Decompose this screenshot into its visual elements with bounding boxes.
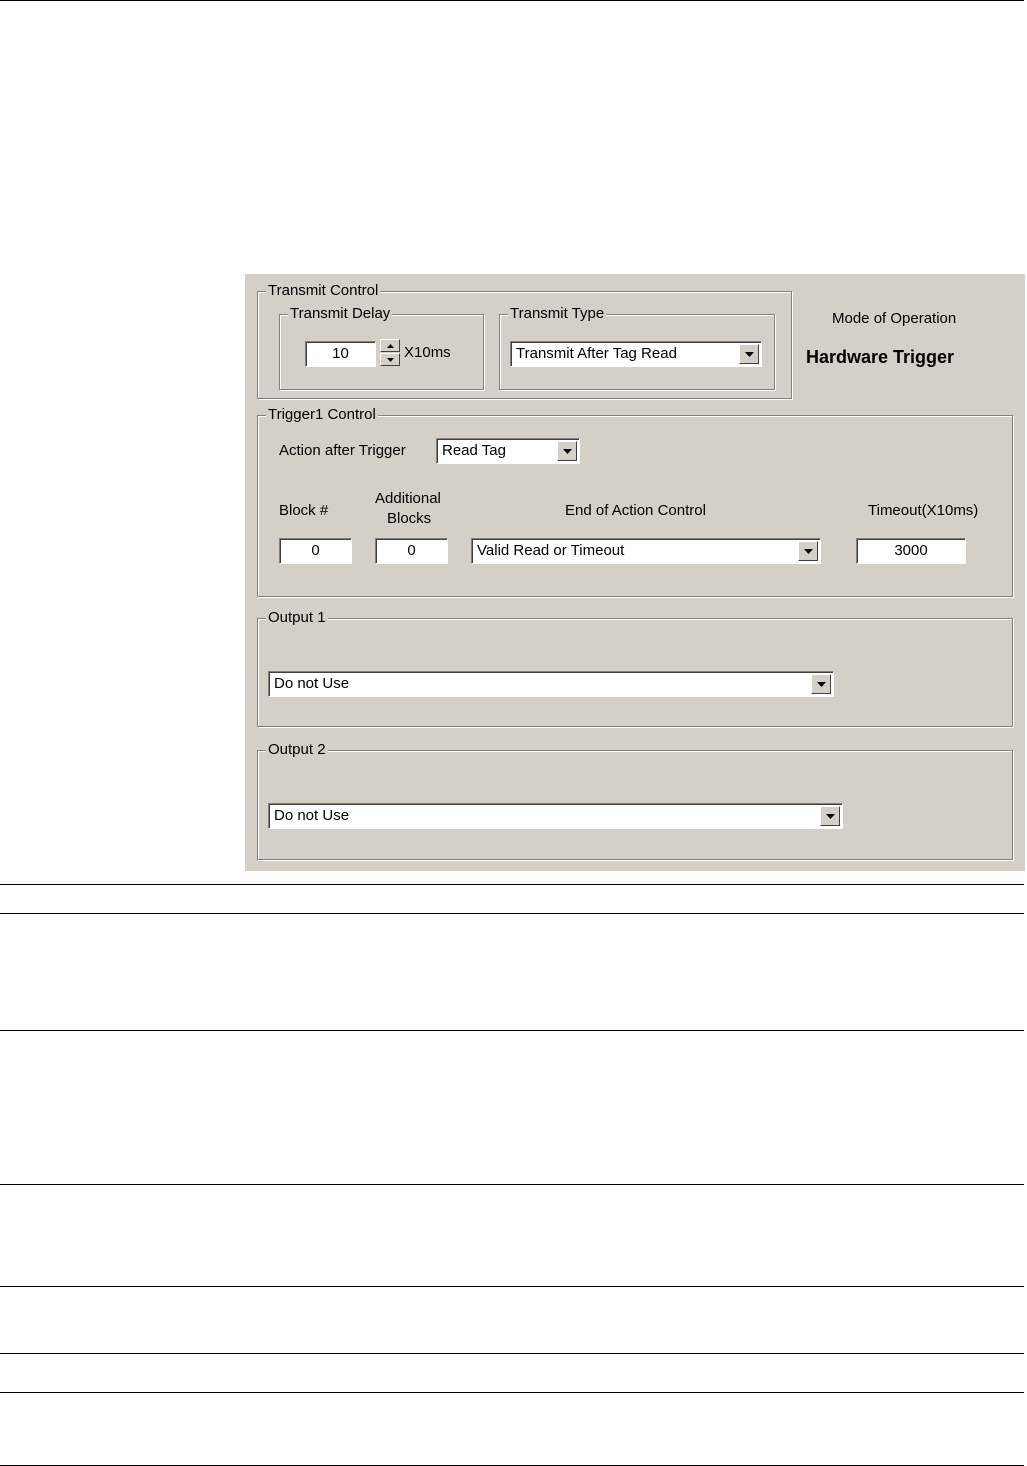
table-rule-7: [0, 1392, 1024, 1393]
dropdown-arrow-icon: [745, 352, 754, 357]
transmit-type-group: Transmit Type Transmit After Tag Read: [499, 305, 775, 390]
table-rule-3: [0, 1030, 1024, 1031]
transmit-delay-input[interactable]: 10: [305, 341, 376, 367]
block-number-input[interactable]: 0: [279, 538, 352, 564]
action-after-trigger-label: Action after Trigger: [279, 442, 406, 459]
transmit-type-legend: Transmit Type: [508, 305, 607, 323]
transmit-control-group: Transmit Control Transmit Delay 10 X10ms…: [257, 282, 792, 399]
additional-blocks-label-line1: Additional: [375, 490, 441, 507]
output1-group: Output 1 Do not Use: [257, 609, 1013, 727]
dropdown-arrow-icon: [817, 682, 826, 687]
additional-blocks-label-line2: Blocks: [387, 510, 432, 527]
settings-dialog-panel: Transmit Control Transmit Delay 10 X10ms…: [245, 274, 1025, 871]
output1-select[interactable]: Do not Use: [268, 671, 834, 697]
dropdown-arrow-icon: [563, 449, 572, 454]
table-rule-5: [0, 1286, 1024, 1287]
dropdown-arrow-icon: [804, 549, 813, 554]
table-rule-1: [0, 884, 1024, 885]
dropdown-arrow-icon: [826, 814, 835, 819]
action-after-trigger-select[interactable]: Read Tag: [436, 438, 580, 464]
transmit-type-value: Transmit After Tag Read: [516, 345, 677, 362]
timeout-input[interactable]: 3000: [856, 538, 966, 564]
end-of-action-dropdown-button[interactable]: [798, 541, 818, 561]
additional-blocks-input[interactable]: 0: [375, 538, 448, 564]
table-rule-2: [0, 913, 1024, 914]
spin-down-button[interactable]: [380, 353, 400, 366]
spin-up-button[interactable]: [380, 339, 400, 352]
end-of-action-control-label: End of Action Control: [565, 502, 706, 519]
down-arrow-icon: [387, 358, 394, 362]
end-of-action-control-select[interactable]: Valid Read or Timeout: [471, 538, 821, 564]
action-dropdown-button[interactable]: [557, 441, 577, 461]
output2-dropdown-button[interactable]: [820, 806, 840, 826]
block-number-label: Block #: [279, 502, 329, 519]
trigger1-control-legend: Trigger1 Control: [266, 406, 378, 424]
output1-legend: Output 1: [266, 609, 328, 627]
trigger1-control-group: Trigger1 Control Action after Trigger Re…: [257, 406, 1013, 597]
output2-group: Output 2 Do not Use: [257, 741, 1013, 860]
end-of-action-control-value: Valid Read or Timeout: [477, 542, 625, 559]
output1-value: Do not Use: [274, 675, 350, 692]
timeout-label: Timeout(X10ms): [868, 502, 979, 519]
top-rule: [0, 0, 1024, 1]
transmit-type-dropdown-button[interactable]: [739, 344, 759, 364]
output2-select[interactable]: Do not Use: [268, 803, 843, 829]
table-rule-4: [0, 1184, 1024, 1185]
table-rule-6: [0, 1353, 1024, 1354]
transmit-delay-unit: X10ms: [404, 344, 451, 361]
transmit-control-legend: Transmit Control: [266, 282, 381, 300]
transmit-delay-group: Transmit Delay 10 X10ms: [279, 305, 484, 390]
mode-of-operation-value: Hardware Trigger: [806, 347, 955, 367]
up-arrow-icon: [387, 344, 394, 348]
output2-legend: Output 2: [266, 741, 328, 759]
output2-value: Do not Use: [274, 807, 350, 824]
output1-dropdown-button[interactable]: [811, 674, 831, 694]
mode-of-operation-label: Mode of Operation: [832, 310, 957, 327]
transmit-type-select[interactable]: Transmit After Tag Read: [510, 341, 762, 367]
transmit-delay-legend: Transmit Delay: [288, 305, 393, 323]
action-after-trigger-value: Read Tag: [442, 442, 506, 459]
